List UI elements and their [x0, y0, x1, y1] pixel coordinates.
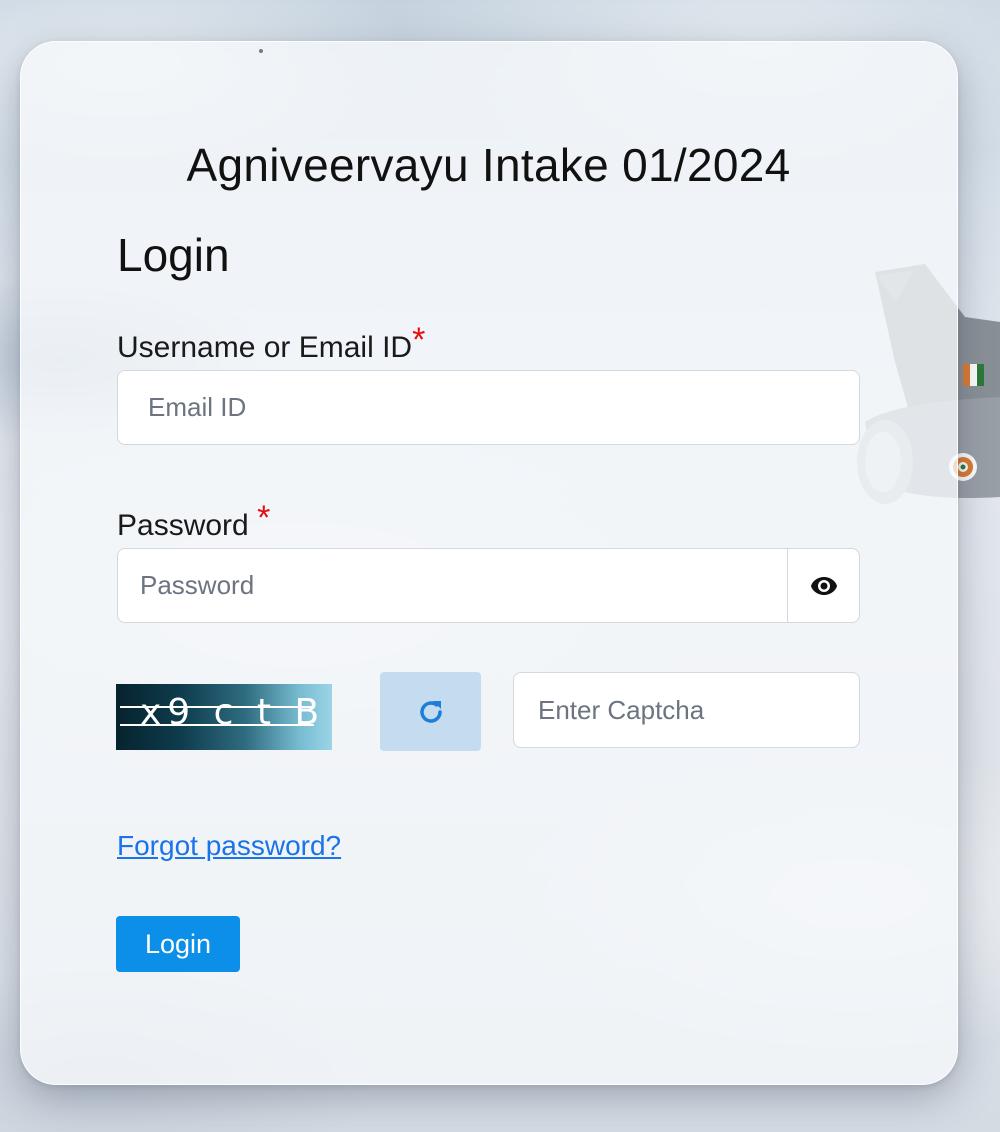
captcha-image: x9 c t B [116, 684, 332, 750]
username-input[interactable] [117, 370, 860, 445]
background-speck [259, 49, 263, 53]
username-label-text: Username or Email ID [117, 331, 413, 364]
username-label: Username or Email ID* [117, 321, 425, 366]
captcha-input[interactable] [513, 672, 860, 748]
page-title: Agniveervayu Intake 01/2024 [186, 139, 791, 191]
refresh-icon [419, 700, 442, 723]
password-label: Password * [117, 499, 270, 544]
required-marker: * [257, 499, 271, 537]
login-button[interactable]: Login [116, 916, 240, 972]
captcha-text: x9 c t B [140, 692, 326, 733]
show-password-button[interactable] [787, 549, 859, 622]
login-heading: Login [117, 229, 230, 281]
eye-icon [810, 576, 837, 595]
required-marker: * [412, 321, 426, 359]
password-field [117, 548, 860, 623]
forgot-password-link[interactable]: Forgot password? [117, 830, 341, 862]
password-label-text: Password [117, 509, 249, 542]
password-input[interactable] [118, 549, 787, 622]
refresh-captcha-button[interactable] [380, 672, 481, 751]
